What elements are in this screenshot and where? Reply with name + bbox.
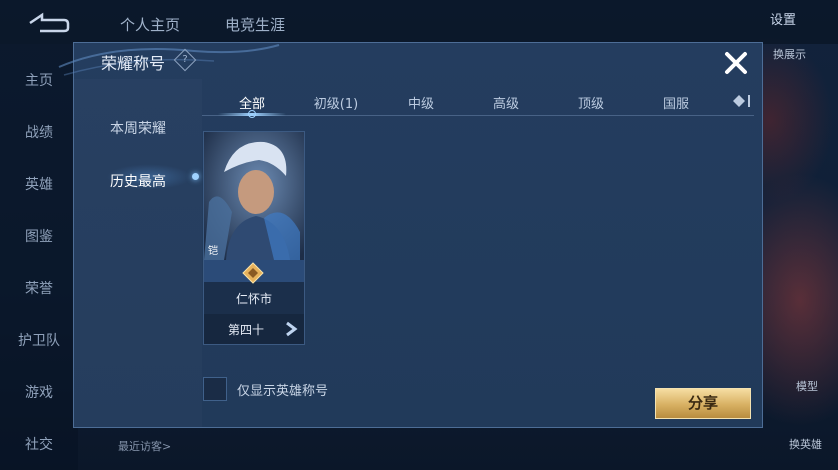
modal-header: 荣耀称号 ? (58, 43, 762, 79)
change-hero-button[interactable]: 换英雄 (789, 436, 822, 452)
model-button[interactable]: 模型 (796, 378, 818, 394)
share-button[interactable]: 分享 (655, 388, 751, 419)
hero-portrait (204, 132, 304, 260)
sidebar-item-social[interactable]: 社交 (0, 434, 78, 454)
sidebar-item-guard[interactable]: 护卫队 (0, 330, 78, 350)
tab-indicator-dot (248, 110, 256, 118)
sidebar-item-honor[interactable]: 荣誉 (0, 278, 78, 298)
change-display-button[interactable]: 换展示 (773, 46, 806, 62)
title-swirl-decoration (58, 44, 280, 76)
card-rank-label: 第四十 (228, 323, 265, 337)
hero-title-only-label: 仅显示英雄称号 (237, 384, 329, 399)
sidebar-item-codex[interactable]: 图鉴 (0, 226, 78, 246)
card-rank-row[interactable]: 第四十 (204, 314, 304, 344)
recent-visitors-link[interactable]: 最近访客> (118, 438, 171, 454)
honor-title-card[interactable]: 铠 仁怀市 第四十 (203, 131, 305, 345)
tab-advanced[interactable]: 高级 (476, 93, 536, 112)
sidebar-item-hero[interactable]: 英雄 (0, 174, 78, 194)
nav-item-history-best[interactable]: 历史最高 (74, 171, 202, 191)
nav-active-dot (192, 173, 199, 180)
hero-title-only-checkbox[interactable] (203, 377, 227, 401)
settings-button[interactable]: 设置 (770, 9, 796, 28)
diamond-icon[interactable] (731, 93, 753, 109)
tab-national[interactable]: 国服 (646, 93, 706, 112)
honor-title-modal: 荣耀称号 ? 本周荣耀 历史最高 全部 初级(1) 中级 高级 顶级 国服 铠 … (58, 42, 763, 428)
tab-personal-home[interactable]: 个人主页 (120, 14, 180, 35)
chevron-right-icon[interactable] (284, 321, 298, 337)
left-sidebar: 主页 战绩 英雄 图鉴 荣誉 护卫队 游戏 社交 (0, 44, 78, 470)
close-icon[interactable] (720, 47, 752, 79)
tab-intermediate[interactable]: 中级 (391, 93, 451, 112)
sidebar-item-game[interactable]: 游戏 (0, 382, 78, 402)
honor-emblem-icon (242, 262, 264, 284)
modal-title: 荣耀称号 (101, 54, 166, 73)
tab-top[interactable]: 顶级 (561, 93, 621, 112)
card-region-label: 仁怀市 (235, 292, 272, 306)
tab-beginner[interactable]: 初级(1) (306, 93, 366, 112)
sidebar-item-record[interactable]: 战绩 (0, 122, 78, 142)
tab-esports-career[interactable]: 电竞生涯 (225, 14, 285, 35)
back-icon[interactable] (26, 12, 70, 34)
nav-item-weekly-honor[interactable]: 本周荣耀 (74, 118, 202, 138)
hero-name-label: 铠 (208, 246, 218, 257)
